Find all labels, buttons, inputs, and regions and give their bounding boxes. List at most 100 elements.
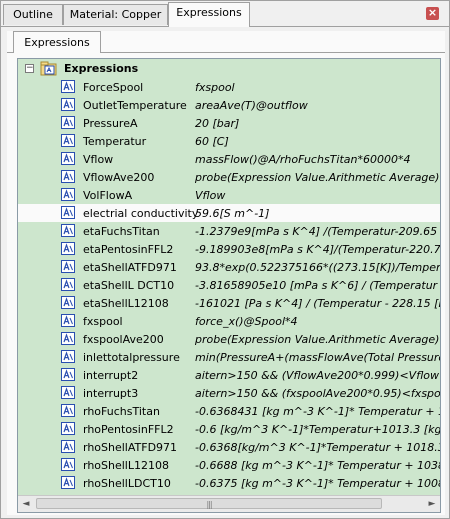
expression-icon — [61, 440, 75, 453]
expression-icon — [61, 134, 75, 147]
collapse-icon[interactable]: − — [25, 64, 34, 73]
tree-item-row[interactable]: fxspoolAve200 probe(Expression Value.Arit… — [18, 330, 440, 348]
expression-icon — [61, 80, 75, 93]
tree-item-row[interactable]: etaPentosinFFL2 -9.189903e8[mPa s K^4]/(T… — [18, 240, 440, 258]
expression-icon — [61, 206, 75, 219]
expression-name: inlettotalpressure — [83, 351, 180, 364]
tree-item-row[interactable]: electrial conductivity 59.6[S m^-1] — [18, 204, 440, 222]
tree-item-row[interactable]: inlettotalpressure min(PressureA+(massFlo… — [18, 348, 440, 366]
tree-item-row[interactable]: rhoShellATFD971 -0.6368[kg/m^3 K^-1]*Temp… — [18, 438, 440, 456]
expression-icon — [61, 476, 75, 489]
scrollbar-grip: ||| — [206, 500, 212, 509]
horizontal-scrollbar[interactable]: ◄ ||| ► — [18, 495, 440, 512]
expression-icon — [61, 404, 75, 417]
close-icon[interactable]: × — [426, 7, 439, 20]
expression-name: rhoFuchsTitan — [83, 405, 160, 418]
scroll-right-icon[interactable]: ► — [424, 496, 440, 512]
expression-name: VolFlowA — [83, 189, 133, 202]
expression-definition: force_x()@Spool*4 — [195, 315, 298, 328]
expression-definition: -161021 [Pa s K^4] / (Temperatur - 228.1… — [195, 297, 440, 310]
tree-item-row[interactable]: interrupt3 aitern>150 && (fxspoolAve200*0… — [18, 384, 440, 402]
expression-name: etaShellL DCT10 — [83, 279, 175, 292]
expression-icon — [61, 386, 75, 399]
expression-definition: 93.8*exp(0.522375166*((273.15[K])/Temper… — [195, 261, 440, 274]
expression-name: interrupt2 — [83, 369, 139, 382]
tree-item-row[interactable]: etaShellATFD971 93.8*exp(0.522375166*((27… — [18, 258, 440, 276]
expression-definition: massFlow()@A/rhoFuchsTitan*60000*4 — [195, 153, 411, 166]
expression-definition: -0.6 [kg/m^3 K^-1]*Temperatur+1013.3 [kg… — [195, 423, 440, 436]
expression-definition: 20 [bar] — [195, 117, 240, 130]
tree-item-row[interactable]: ForceSpool fxspool — [18, 78, 440, 96]
expression-definition: 59.6[S m^-1] — [195, 207, 270, 220]
expression-icon — [61, 152, 75, 165]
tree-item-row[interactable]: etaShellL DCT10 -3.81658905e10 [mPa s K^6… — [18, 276, 440, 294]
expression-icon — [61, 224, 75, 237]
expression-name: rhoShellATFD971 — [83, 441, 178, 454]
expression-definition: probe(Expression Value.Arithmetic Averag… — [195, 333, 440, 346]
expression-name: PressureA — [83, 117, 138, 130]
tree-item-row[interactable]: rhoShellLDCT10 -0.6375 [kg m^-3 K^-1]* Te… — [18, 474, 440, 492]
expression-name: rhoShellLDCT10 — [83, 477, 171, 490]
tab-outline[interactable]: Outline — [3, 4, 63, 25]
expression-definition: -0.6375 [kg m^-3 K^-1]* Temperatur + 100… — [195, 477, 440, 490]
expression-definition: 60 [C] — [195, 135, 229, 148]
expression-name: fxspoolAve200 — [83, 333, 164, 346]
tree-item-row[interactable]: VflowAve200 probe(Expression Value.Arithm… — [18, 168, 440, 186]
expression-name: rhoPentosinFFL2 — [83, 423, 174, 436]
expression-name: fxspool — [83, 315, 123, 328]
tree-item-row[interactable]: VolFlowA Vflow — [18, 186, 440, 204]
expressions-window: Outline Material: Copper Expressions × E… — [0, 0, 450, 519]
expressions-panel: Expressions − Expressions ForceSpool fxsp… — [7, 31, 445, 515]
expression-icon — [61, 260, 75, 273]
tree-root-row[interactable]: − Expressions — [18, 60, 440, 78]
expression-definition: -0.6368[kg/m^3 K^-1]*Temperatur + 1018.3… — [195, 441, 440, 454]
expressions-tree[interactable]: − Expressions ForceSpool fxspool OutletTem… — [17, 58, 441, 513]
tree-body: − Expressions ForceSpool fxspool OutletTem… — [18, 59, 440, 512]
expression-icon — [61, 188, 75, 201]
tree-item-row[interactable]: rhoFuchsTitan -0.6368431 [kg m^-3 K^-1]* … — [18, 402, 440, 420]
tree-item-row[interactable]: PressureA 20 [bar] — [18, 114, 440, 132]
expression-icon — [61, 314, 75, 327]
expression-icon — [61, 116, 75, 129]
expression-icon — [61, 278, 75, 291]
expression-name: etaShellL12108 — [83, 297, 169, 310]
expression-definition: -9.189903e8[mPa s K^4]/(Temperatur-220.7… — [195, 243, 440, 256]
expression-name: etaPentosinFFL2 — [83, 243, 174, 256]
expression-icon — [61, 368, 75, 381]
tree-item-row[interactable]: fxspool force_x()@Spool*4 — [18, 312, 440, 330]
expression-name: OutletTemperature — [83, 99, 187, 112]
tree-item-row[interactable]: Temperatur 60 [C] — [18, 132, 440, 150]
expression-definition: probe(Expression Value.Arithmetic Averag… — [195, 171, 440, 184]
expression-icon — [61, 422, 75, 435]
expression-definition: -1.2379e9[mPa s K^4] /(Temperatur-209.65… — [195, 225, 440, 238]
expression-icon — [61, 458, 75, 471]
expression-icon — [61, 98, 75, 111]
tree-item-row[interactable]: interrupt2 aitern>150 && (VflowAve200*0.9… — [18, 366, 440, 384]
expression-definition: min(PressureA+(massFlowAve(Total Pressur… — [195, 351, 440, 364]
expression-name: etaShellATFD971 — [83, 261, 177, 274]
tree-root-label: Expressions — [64, 62, 139, 75]
tree-item-row[interactable]: etaFuchsTitan -1.2379e9[mPa s K^4] /(Temp… — [18, 222, 440, 240]
tab-material-copper[interactable]: Material: Copper — [63, 4, 168, 25]
scroll-left-icon[interactable]: ◄ — [18, 496, 34, 512]
expression-definition: Vflow — [195, 189, 226, 202]
expression-name: rhoShellL12108 — [83, 459, 169, 472]
expression-definition: -0.6368431 [kg m^-3 K^-1]* Temperatur + … — [195, 405, 440, 418]
expression-icon — [61, 170, 75, 183]
scrollbar-thumb[interactable]: ||| — [36, 498, 382, 509]
expression-name: Temperatur — [83, 135, 147, 148]
expression-name: ForceSpool — [83, 81, 144, 94]
tree-item-row[interactable]: etaShellL12108 -161021 [Pa s K^4] / (Temp… — [18, 294, 440, 312]
tree-item-row[interactable]: rhoPentosinFFL2 -0.6 [kg/m^3 K^-1]*Temper… — [18, 420, 440, 438]
tab-expressions-inner[interactable]: Expressions — [13, 31, 101, 53]
tree-item-row[interactable]: Vflow massFlow()@A/rhoFuchsTitan*60000*4 — [18, 150, 440, 168]
expression-definition: -0.6688 [kg m^-3 K^-1]* Temperatur + 103… — [195, 459, 440, 472]
expression-icon — [61, 332, 75, 345]
tree-item-row[interactable]: rhoShellL12108 -0.6688 [kg m^-3 K^-1]* Te… — [18, 456, 440, 474]
tree-item-row[interactable]: OutletTemperature areaAve(T)@outflow — [18, 96, 440, 114]
expression-name: Vflow — [83, 153, 114, 166]
folder-expressions-icon — [40, 61, 57, 76]
expression-icon — [61, 242, 75, 255]
expression-name: etaFuchsTitan — [83, 225, 160, 238]
tab-expressions[interactable]: Expressions — [168, 2, 250, 27]
